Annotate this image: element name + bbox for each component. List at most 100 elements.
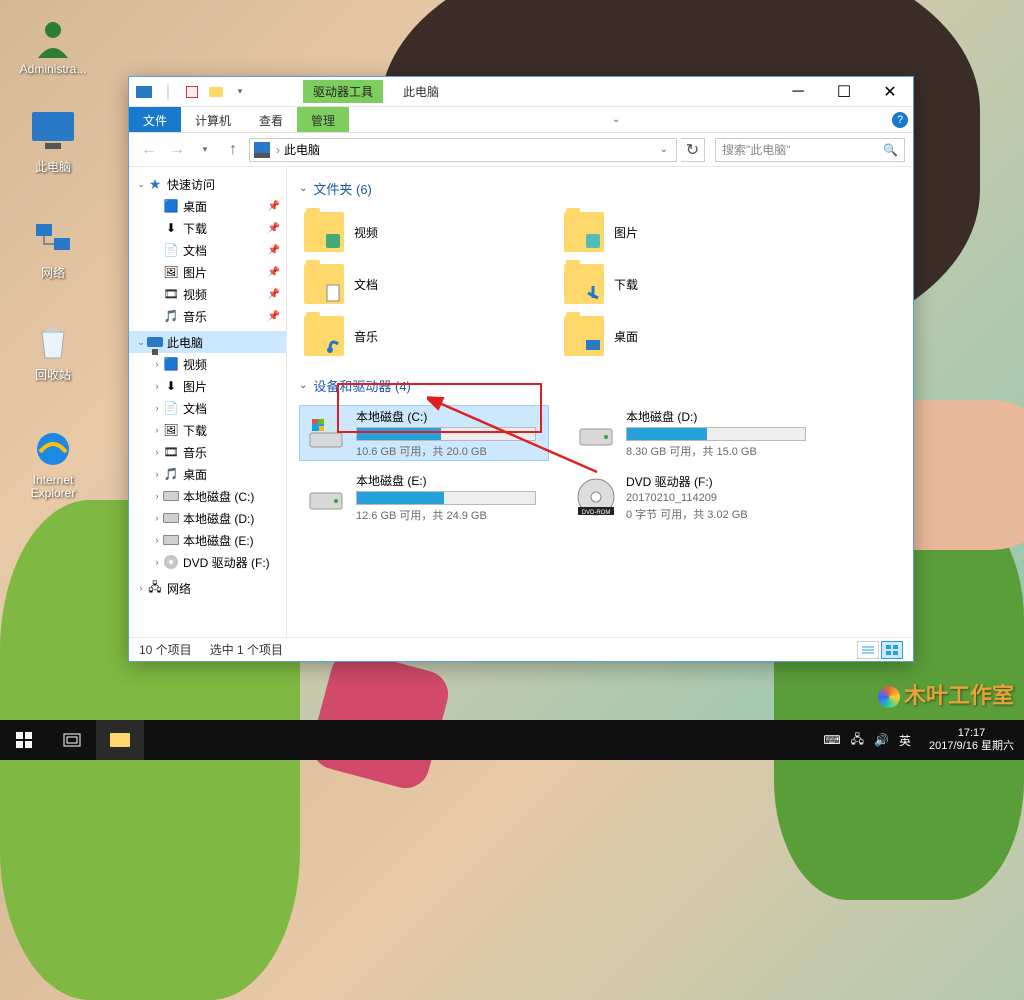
- navigation-pane[interactable]: ⌄ ★ 快速访问 🟦 桌面📌 ⬇ 下载📌 📄 文档📌 🖼 图片📌 🎞 视频📌 🎵…: [129, 167, 287, 637]
- folder-icon: [564, 212, 604, 252]
- volume-icon[interactable]: 🔊: [874, 733, 889, 747]
- section-drives[interactable]: ⌄ 设备和驱动器 (4): [299, 376, 901, 395]
- chevron-right-icon[interactable]: ›: [151, 469, 163, 479]
- desktop-icon-ie[interactable]: Internet Explorer: [14, 428, 92, 500]
- address-dropdown[interactable]: ⌄: [656, 144, 672, 155]
- up-button[interactable]: ↑: [221, 138, 245, 162]
- taskview-button[interactable]: [48, 720, 96, 760]
- taskbar[interactable]: ⌨ 🖧 🔊 英 17:17 2017/9/16 星期六: [0, 720, 1024, 760]
- tab-computer[interactable]: 计算机: [181, 107, 245, 132]
- tray-network-icon[interactable]: 🖧: [851, 730, 864, 751]
- drive-item[interactable]: DVD-ROM DVD 驱动器 (F:) 20170210_114209 0 字…: [569, 469, 819, 525]
- content-pane[interactable]: ⌄ 文件夹 (6) 视频 图片 文档 下载: [287, 167, 913, 637]
- drive-item[interactable]: 本地磁盘 (C:) 10.6 GB 可用，共 20.0 GB: [299, 405, 549, 461]
- pin-icon: 📌: [268, 201, 286, 212]
- drive-item[interactable]: 本地磁盘 (E:) 12.6 GB 可用，共 24.9 GB: [299, 469, 549, 525]
- touchkeyboard-icon[interactable]: ⌨: [823, 733, 840, 747]
- tab-file[interactable]: 文件: [129, 107, 181, 132]
- address-bar[interactable]: › 此电脑 ⌄: [249, 138, 677, 162]
- forward-button[interactable]: →: [165, 138, 189, 162]
- chevron-down-icon[interactable]: ⌄: [135, 179, 147, 190]
- chevron-right-icon[interactable]: ›: [151, 557, 163, 567]
- tab-manage[interactable]: 管理: [297, 107, 349, 132]
- search-icon: 🔍: [883, 143, 898, 157]
- app-icon[interactable]: [133, 81, 155, 103]
- navpane-thispc-item[interactable]: › 🟦 视频: [129, 353, 286, 375]
- ribbon-expand[interactable]: ⌄: [603, 107, 629, 132]
- section-folders[interactable]: ⌄ 文件夹 (6): [299, 179, 901, 198]
- drive-icon: [576, 413, 616, 453]
- navpane-thispc-item[interactable]: › 🎵 桌面: [129, 463, 286, 485]
- capacity-bar: [356, 427, 536, 441]
- ime-indicator[interactable]: 英: [899, 732, 911, 749]
- chevron-right-icon[interactable]: ›: [151, 535, 163, 545]
- desktop-icon-network[interactable]: 网络: [14, 218, 92, 281]
- chevron-right-icon[interactable]: ›: [151, 513, 163, 523]
- chevron-right-icon[interactable]: ›: [151, 425, 163, 435]
- folder-item[interactable]: 桌面: [559, 312, 789, 360]
- navpane-quick-item[interactable]: 🖼 图片📌: [129, 261, 286, 283]
- folder-item[interactable]: 音乐: [299, 312, 529, 360]
- folder-item[interactable]: 图片: [559, 208, 789, 256]
- chevron-right-icon[interactable]: ›: [151, 381, 163, 391]
- view-tiles-button[interactable]: [881, 641, 903, 659]
- navpane-quickaccess[interactable]: ⌄ ★ 快速访问: [129, 173, 286, 195]
- chevron-right-icon[interactable]: ›: [151, 359, 163, 369]
- navpane-thispc-item[interactable]: › 本地磁盘 (D:): [129, 507, 286, 529]
- navpane-thispc-item[interactable]: › 🎞 音乐: [129, 441, 286, 463]
- chevron-down-icon[interactable]: ⌄: [135, 337, 147, 348]
- taskbar-clock[interactable]: 17:17 2017/9/16 星期六: [919, 727, 1024, 753]
- folder-icon: [304, 212, 344, 252]
- search-input[interactable]: 搜索"此电脑" 🔍: [715, 138, 905, 162]
- minimize-button[interactable]: ─: [775, 77, 821, 107]
- chevron-right-icon[interactable]: ›: [151, 447, 163, 457]
- view-details-button[interactable]: [857, 641, 879, 659]
- navpane-thispc-item[interactable]: › 🖼 下载: [129, 419, 286, 441]
- chevron-right-icon[interactable]: ›: [135, 583, 147, 593]
- desktop-icon-recyclebin[interactable]: 回收站: [14, 320, 92, 383]
- desktop-icon-thispc[interactable]: 此电脑: [14, 112, 92, 175]
- drive-item[interactable]: 本地磁盘 (D:) 8.30 GB 可用，共 15.0 GB: [569, 405, 819, 461]
- folder-item[interactable]: 视频: [299, 208, 529, 256]
- folder-item[interactable]: 下载: [559, 260, 789, 308]
- navpane-quick-item[interactable]: 🎵 音乐📌: [129, 305, 286, 327]
- desktop-icon-user[interactable]: Administra...: [14, 16, 92, 76]
- help-button[interactable]: ?: [887, 107, 913, 132]
- navpane-thispc-item[interactable]: › 📄 文档: [129, 397, 286, 419]
- navpane-thispc-item[interactable]: › 本地磁盘 (E:): [129, 529, 286, 551]
- navpane-thispc-item[interactable]: › DVD 驱动器 (F:): [129, 551, 286, 573]
- titlebar[interactable]: | ▾ 驱动器工具 此电脑 ─ ☐ ✕: [129, 77, 913, 107]
- item-icon: ⬇: [163, 378, 179, 394]
- navpane-thispc-item[interactable]: › 本地磁盘 (C:): [129, 485, 286, 507]
- qat-dropdown[interactable]: ▾: [229, 81, 251, 103]
- address-segment[interactable]: 此电脑: [284, 141, 320, 158]
- navpane-quick-item[interactable]: 🟦 桌面📌: [129, 195, 286, 217]
- newfolder-button[interactable]: [205, 81, 227, 103]
- system-tray[interactable]: ⌨ 🖧 🔊 英: [815, 730, 919, 751]
- pin-icon: 📌: [268, 289, 286, 300]
- svg-text:DVD-ROM: DVD-ROM: [582, 510, 611, 516]
- monitor-icon: [147, 334, 163, 350]
- recent-dropdown[interactable]: ▾: [193, 138, 217, 162]
- chevron-right-icon[interactable]: ›: [151, 403, 163, 413]
- close-button[interactable]: ✕: [867, 77, 913, 107]
- folder-item[interactable]: 文档: [299, 260, 529, 308]
- navpane-quick-item[interactable]: ⬇ 下载📌: [129, 217, 286, 239]
- navpane-quick-item[interactable]: 🎞 视频📌: [129, 283, 286, 305]
- item-icon: 📄: [163, 242, 179, 258]
- back-button[interactable]: ←: [137, 138, 161, 162]
- refresh-button[interactable]: ↻: [681, 138, 705, 162]
- folder-label: 下载: [614, 276, 638, 293]
- navpane-thispc[interactable]: ⌄ 此电脑: [129, 331, 286, 353]
- chevron-right-icon[interactable]: ›: [151, 491, 163, 501]
- start-button[interactable]: [0, 720, 48, 760]
- properties-button[interactable]: [181, 81, 203, 103]
- maximize-button[interactable]: ☐: [821, 77, 867, 107]
- drive-name: DVD 驱动器 (F:): [626, 473, 812, 490]
- taskbar-explorer[interactable]: [96, 720, 144, 760]
- navpane-quick-item[interactable]: 📄 文档📌: [129, 239, 286, 261]
- window-title: 此电脑: [403, 83, 439, 100]
- navpane-thispc-item[interactable]: › ⬇ 图片: [129, 375, 286, 397]
- navpane-network[interactable]: › 🖧 网络: [129, 577, 286, 599]
- tab-view[interactable]: 查看: [245, 107, 297, 132]
